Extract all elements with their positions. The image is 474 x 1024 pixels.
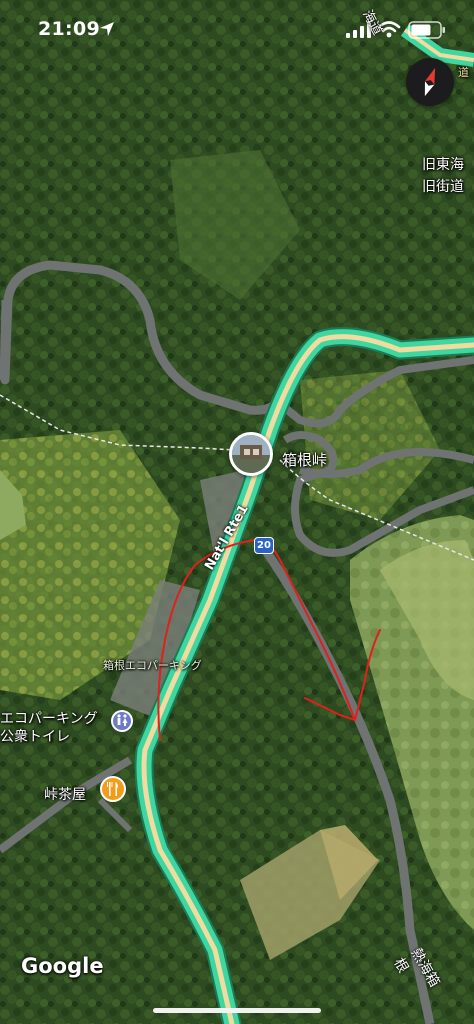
road-label-top-right: 道	[458, 66, 469, 79]
battery-icon	[408, 21, 445, 39]
tea-house-label[interactable]: 峠茶屋	[44, 784, 86, 804]
restroom-icon	[117, 714, 128, 726]
eco-parking-label[interactable]: 箱根エコパーキング	[103, 657, 202, 673]
compass-icon	[424, 67, 436, 97]
restaurant-icon	[107, 782, 118, 796]
restroom-pin[interactable]	[111, 710, 133, 732]
hakone-pass-label[interactable]: 箱根峠	[282, 449, 327, 470]
restroom-label-line2: 公衆トイレ	[0, 729, 70, 745]
old-tokaido-line2: 旧街道	[422, 179, 464, 195]
place-photo-thumbnail	[232, 435, 270, 473]
old-tokaido-line1: 旧東海	[422, 157, 464, 173]
old-tokaido-label: 旧東海 旧街道	[422, 154, 464, 198]
google-attribution[interactable]: Google	[21, 954, 104, 978]
restaurant-pin[interactable]	[100, 776, 126, 802]
location-arrow-icon	[100, 22, 114, 36]
restroom-label-line1: エコパーキング	[0, 711, 98, 727]
restroom-label[interactable]: エコパーキング 公衆トイレ	[0, 710, 98, 746]
home-indicator[interactable]	[153, 1008, 321, 1013]
place-photo-pin[interactable]	[229, 432, 273, 476]
compass-button[interactable]	[406, 58, 454, 106]
status-time: 21:09	[38, 18, 100, 40]
route-shield: 20	[254, 537, 274, 554]
status-bar: 21:09	[0, 0, 474, 60]
